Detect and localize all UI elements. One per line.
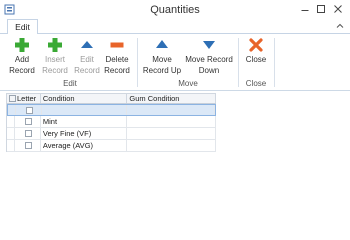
group-separator xyxy=(137,38,138,87)
row-selector[interactable] xyxy=(8,105,16,115)
minus-icon xyxy=(110,42,124,48)
letter-cell[interactable] xyxy=(15,140,41,151)
triangle-down-icon xyxy=(203,41,215,49)
add-record-label-1: Add xyxy=(14,55,30,64)
row-selector[interactable] xyxy=(7,140,15,151)
table-row[interactable]: Mint xyxy=(7,116,216,128)
delete-record-button[interactable]: Delete Record xyxy=(103,37,131,79)
minimize-icon xyxy=(301,10,309,11)
edit-record-label-1: Edit xyxy=(80,55,94,64)
close-label: Close xyxy=(245,55,267,64)
group-separator xyxy=(274,38,275,87)
collapse-ribbon-icon[interactable] xyxy=(336,22,344,30)
letter-cell[interactable] xyxy=(15,128,41,139)
letter-checkbox[interactable] xyxy=(25,106,33,114)
move-up-label-2: Record Up xyxy=(142,66,182,75)
edit-record-label-2: Record xyxy=(74,66,100,75)
insert-record-label-2: Record xyxy=(42,66,68,75)
records-grid: Letter Condition Gum Condition Mint Very… xyxy=(6,93,216,152)
maximize-button[interactable] xyxy=(314,2,328,16)
gum-condition-cell[interactable] xyxy=(127,128,216,139)
triangle-up-icon xyxy=(81,41,93,48)
table-row[interactable]: Average (AVG) xyxy=(7,140,216,152)
plus-icon xyxy=(15,38,29,52)
row-selector[interactable] xyxy=(7,116,15,127)
tab-edit[interactable]: Edit xyxy=(7,19,38,35)
column-header-gum-condition[interactable]: Gum Condition xyxy=(127,94,216,103)
group-label-move: Move xyxy=(178,79,198,88)
insert-record-label-1: Insert xyxy=(44,55,65,64)
gum-condition-cell[interactable] xyxy=(127,105,216,115)
move-record-up-button[interactable]: Move Record Up xyxy=(142,37,182,79)
move-record-down-button[interactable]: Move Record Down xyxy=(184,37,234,79)
column-header-letter[interactable]: Letter xyxy=(7,94,41,103)
row-selector[interactable] xyxy=(7,128,15,139)
insert-record-button[interactable]: Insert Record xyxy=(40,37,70,79)
ribbon: Add Record Insert Record Edit Record Del… xyxy=(0,34,350,91)
letter-checkbox[interactable] xyxy=(24,118,32,125)
group-separator xyxy=(238,38,239,87)
x-icon xyxy=(249,38,263,52)
grid-header: Letter Condition Gum Condition xyxy=(7,93,216,104)
move-up-label-1: Move xyxy=(152,55,172,64)
letter-checkbox[interactable] xyxy=(24,142,32,149)
letter-cell[interactable] xyxy=(15,116,41,127)
title-bar: Quantities xyxy=(0,0,350,19)
table-row[interactable]: Very Fine (VF) xyxy=(7,128,216,140)
condition-cell[interactable] xyxy=(42,105,128,115)
move-down-label-2: Down xyxy=(198,66,220,75)
group-label-close: Close xyxy=(245,79,267,88)
condition-cell[interactable]: Average (AVG) xyxy=(41,140,128,151)
triangle-up-icon xyxy=(156,40,168,48)
table-row[interactable] xyxy=(7,104,216,116)
maximize-icon xyxy=(317,5,325,13)
letter-cell[interactable] xyxy=(16,105,42,115)
add-record-label-2: Record xyxy=(9,66,35,75)
letter-checkbox[interactable] xyxy=(24,130,32,137)
gum-condition-cell[interactable] xyxy=(127,140,216,151)
ribbon-tab-bar: Edit xyxy=(0,19,350,35)
gum-condition-cell[interactable] xyxy=(127,116,216,127)
delete-record-label-1: Delete xyxy=(105,55,129,64)
close-icon xyxy=(334,5,342,13)
move-down-label-1: Move Record xyxy=(185,55,233,64)
column-letter-label: Letter xyxy=(17,94,37,103)
minimize-button[interactable] xyxy=(298,2,312,16)
edit-record-button[interactable]: Edit Record xyxy=(73,37,101,79)
plus-icon xyxy=(48,38,62,52)
add-record-button[interactable]: Add Record xyxy=(8,37,36,79)
select-all-checkbox[interactable] xyxy=(9,95,16,102)
condition-cell[interactable]: Mint xyxy=(41,116,128,127)
condition-cell[interactable]: Very Fine (VF) xyxy=(41,128,128,139)
group-label-edit: Edit xyxy=(63,79,77,88)
close-button[interactable]: Close xyxy=(243,37,269,79)
delete-record-label-2: Record xyxy=(104,66,130,75)
column-header-condition[interactable]: Condition xyxy=(41,94,128,103)
close-window-button[interactable] xyxy=(331,2,345,16)
